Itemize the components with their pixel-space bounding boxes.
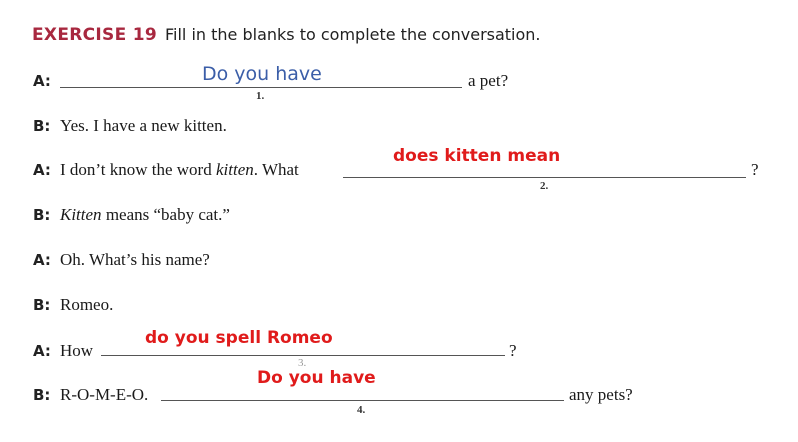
line-text-before: I don’t know the word kitten. What <box>60 160 299 180</box>
answer-blank-1[interactable] <box>60 87 462 88</box>
line-text-after: a pet? <box>468 71 509 90</box>
text-italic: kitten <box>215 160 254 179</box>
speaker-label: B: <box>33 386 51 404</box>
speaker-label: A: <box>33 251 51 269</box>
speaker-label: A: <box>33 342 51 360</box>
line-text-after: any pets? <box>569 385 633 404</box>
answer-3: do you spell Romeo <box>145 328 333 348</box>
speaker-label: B: <box>33 117 51 135</box>
speaker-label: A: <box>33 161 51 179</box>
line-text: Oh. What’s his name? <box>60 250 210 269</box>
line-text: Kitten means “baby cat.” <box>60 205 230 225</box>
answer-2: does kitten mean <box>393 146 561 166</box>
speaker-label: A: <box>33 72 51 90</box>
text-italic: Kitten <box>60 205 102 224</box>
answer-1: Do you have <box>202 63 322 85</box>
text-plain: means “baby cat.” <box>101 205 230 224</box>
exercise-label: EXERCISE 19 <box>32 25 157 45</box>
answer-blank-4[interactable] <box>161 400 564 401</box>
speaker-label: B: <box>33 206 51 224</box>
blank-number-4: 4. <box>357 404 366 416</box>
line-text-after: ? <box>751 160 759 179</box>
exercise-instruction: Fill in the blanks to complete the conve… <box>165 25 541 44</box>
answer-blank-2[interactable] <box>343 177 746 178</box>
speaker-label: B: <box>33 296 51 314</box>
line-text: Romeo. <box>60 295 114 314</box>
text-end: . What <box>253 160 299 179</box>
answer-blank-3[interactable] <box>101 355 505 356</box>
blank-number-1: 1. <box>256 90 265 102</box>
answer-4: Do you have <box>257 368 376 388</box>
line-text-after: ? <box>509 341 517 360</box>
line-text-before: R-O-M-E-O. <box>60 385 149 404</box>
text-plain: I don’t know the word <box>60 160 216 179</box>
line-text-before: How <box>60 341 94 360</box>
line-text: Yes. I have a new kitten. <box>60 116 227 135</box>
blank-number-2: 2. <box>540 180 549 192</box>
